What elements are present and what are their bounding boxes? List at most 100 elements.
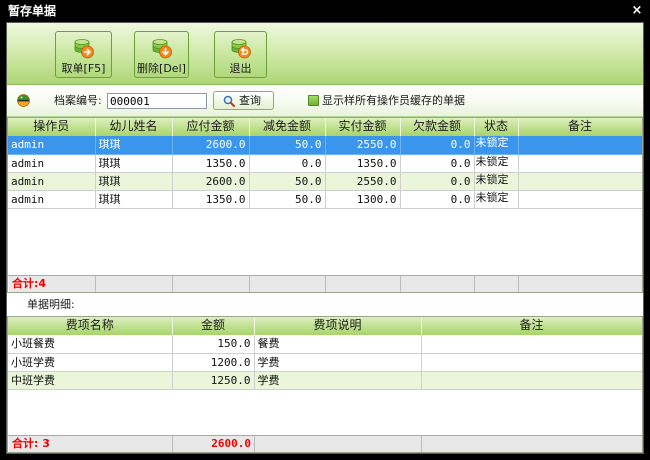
footer-cell bbox=[95, 274, 173, 292]
header-detail-remark[interactable]: 备注 bbox=[421, 317, 642, 336]
header-amount[interactable]: 金额 bbox=[172, 317, 255, 336]
footer-cell bbox=[254, 434, 422, 452]
close-icon: × bbox=[631, 3, 643, 18]
footer-cell bbox=[518, 274, 642, 292]
cell-status: 未锁定 bbox=[474, 172, 519, 191]
cell-child-name: 琪琪 bbox=[95, 136, 173, 155]
magnifier-icon bbox=[223, 95, 235, 107]
archive-number-label: 档案编号: bbox=[54, 94, 102, 107]
cell-paid: 1350.0 bbox=[325, 154, 401, 173]
footer-cell bbox=[421, 434, 642, 452]
cell-arrears: 0.0 bbox=[400, 190, 475, 209]
cell-remark bbox=[518, 136, 642, 155]
cell-child-name: 琪琪 bbox=[95, 190, 173, 209]
cell-remark bbox=[421, 335, 642, 354]
header-status[interactable]: 状态 bbox=[474, 118, 519, 137]
cell-paid: 2550.0 bbox=[325, 172, 401, 191]
title-bar[interactable]: 暂存单据 × bbox=[0, 0, 650, 22]
cell-payable: 2600.0 bbox=[172, 136, 250, 155]
query-button[interactable]: 查询 bbox=[213, 91, 274, 110]
document-list-header: 操作员 幼儿姓名 应付金额 减免金额 实付金额 欠款金额 状态 备注 bbox=[8, 118, 642, 137]
cell-arrears: 0.0 bbox=[400, 136, 475, 155]
document-row[interactable]: admin 琪琪 2600.0 50.0 2550.0 0.0 未锁定 bbox=[8, 172, 642, 191]
retrieve-button[interactable]: 取单[F5] bbox=[55, 31, 112, 78]
window-title: 暂存单据 bbox=[8, 4, 57, 18]
cell-fee-name: 小班学费 bbox=[8, 353, 173, 372]
footer-cell bbox=[400, 274, 475, 292]
retrieve-button-label: 取单[F5] bbox=[61, 62, 106, 75]
cell-discount: 50.0 bbox=[249, 190, 326, 209]
cell-remark bbox=[518, 154, 642, 173]
cell-fee-description: 学费 bbox=[254, 353, 422, 372]
exit-icon bbox=[230, 37, 252, 59]
document-row[interactable]: admin 琪琪 1350.0 0.0 1350.0 0.0 未锁定 bbox=[8, 154, 642, 173]
document-row[interactable]: admin 琪琪 1350.0 50.0 1300.0 0.0 未锁定 bbox=[8, 190, 642, 209]
fee-row[interactable]: 中班学费 1250.0 学费 bbox=[8, 371, 642, 390]
footer-detail-count: 合计: 3 bbox=[8, 434, 173, 452]
close-button[interactable]: × bbox=[630, 3, 644, 19]
document-detail-body[interactable]: 小班餐费 150.0 餐费 小班学费 1200.0 学费 中班学费 1250.0… bbox=[8, 335, 642, 435]
cell-discount: 50.0 bbox=[249, 136, 326, 155]
cell-discount: 0.0 bbox=[249, 154, 326, 173]
document-list-footer: 合计:4 bbox=[8, 274, 642, 292]
exit-button[interactable]: 退出 bbox=[214, 31, 267, 78]
footer-cell bbox=[474, 274, 519, 292]
cell-remark bbox=[421, 371, 642, 390]
header-remark[interactable]: 备注 bbox=[518, 118, 642, 137]
exit-button-label: 退出 bbox=[229, 62, 252, 75]
show-all-operators-checkbox[interactable] bbox=[308, 95, 319, 106]
delete-button[interactable]: 删除[Del] bbox=[134, 31, 189, 78]
document-list-body[interactable]: admin 琪琪 2600.0 50.0 2550.0 0.0 未锁定 admi… bbox=[8, 136, 642, 275]
cell-arrears: 0.0 bbox=[400, 172, 475, 191]
archive-number-input[interactable] bbox=[107, 93, 207, 109]
header-operator[interactable]: 操作员 bbox=[8, 118, 96, 137]
cell-child-name: 琪琪 bbox=[95, 154, 173, 173]
cell-remark bbox=[518, 190, 642, 209]
header-payable[interactable]: 应付金额 bbox=[172, 118, 250, 137]
cell-remark bbox=[421, 353, 642, 372]
header-fee-name[interactable]: 费项名称 bbox=[8, 317, 173, 336]
cell-fee-name: 中班学费 bbox=[8, 371, 173, 390]
cell-payable: 2600.0 bbox=[172, 172, 250, 191]
header-child-name[interactable]: 幼儿姓名 bbox=[95, 118, 173, 137]
cell-arrears: 0.0 bbox=[400, 154, 475, 173]
header-arrears[interactable]: 欠款金额 bbox=[400, 118, 475, 137]
fee-row[interactable]: 小班餐费 150.0 餐费 bbox=[8, 335, 642, 354]
cell-fee-description: 学费 bbox=[254, 371, 422, 390]
cell-amount: 1250.0 bbox=[172, 371, 255, 390]
cell-paid: 2550.0 bbox=[325, 136, 401, 155]
cell-status: 未锁定 bbox=[474, 136, 519, 155]
cell-paid: 1300.0 bbox=[325, 190, 401, 209]
header-fee-description[interactable]: 费项说明 bbox=[254, 317, 422, 336]
cell-child-name: 琪琪 bbox=[95, 172, 173, 191]
document-detail-footer: 合计: 3 2600.0 bbox=[8, 434, 642, 452]
cell-payable: 1350.0 bbox=[172, 154, 250, 173]
document-row[interactable]: admin 琪琪 2600.0 50.0 2550.0 0.0 未锁定 bbox=[8, 136, 642, 155]
delete-button-label: 删除[Del] bbox=[137, 62, 186, 75]
footer-detail-total: 2600.0 bbox=[172, 434, 255, 452]
cell-operator: admin bbox=[8, 172, 96, 191]
fee-row[interactable]: 小班学费 1200.0 学费 bbox=[8, 353, 642, 372]
cell-status: 未锁定 bbox=[474, 190, 519, 209]
temp-documents-window: 暂存单据 × 取单[F5] 删除[Del] 退出 档案编号: 000001 查询… bbox=[0, 0, 650, 460]
cell-status: 未锁定 bbox=[474, 154, 519, 173]
cell-payable: 1350.0 bbox=[172, 190, 250, 209]
retrieve-icon bbox=[73, 37, 95, 59]
footer-total-count: 合计:4 bbox=[8, 274, 96, 292]
window-content: 取单[F5] 删除[Del] 退出 档案编号: 000001 查询 显示样所有操… bbox=[6, 22, 644, 454]
document-detail-grid: 费项名称 金额 费项说明 备注 小班餐费 150.0 餐费 小班学费 1200.… bbox=[7, 316, 643, 453]
cell-discount: 50.0 bbox=[249, 172, 326, 191]
footer-cell bbox=[249, 274, 326, 292]
delete-icon bbox=[151, 37, 173, 59]
cell-operator: admin bbox=[8, 190, 96, 209]
cell-operator: admin bbox=[8, 136, 96, 155]
cell-remark bbox=[518, 172, 642, 191]
header-paid[interactable]: 实付金额 bbox=[325, 118, 401, 137]
detail-section-title: 单据明细: bbox=[27, 298, 75, 311]
header-discount[interactable]: 减免金额 bbox=[249, 118, 326, 137]
cell-operator: admin bbox=[8, 154, 96, 173]
query-button-label: 查询 bbox=[239, 94, 261, 107]
footer-cell bbox=[172, 274, 250, 292]
search-bar: 档案编号: 查询 显示样所有操作员缓存的单据 bbox=[7, 85, 643, 117]
show-all-operators-label[interactable]: 显示样所有操作员缓存的单据 bbox=[322, 94, 465, 108]
